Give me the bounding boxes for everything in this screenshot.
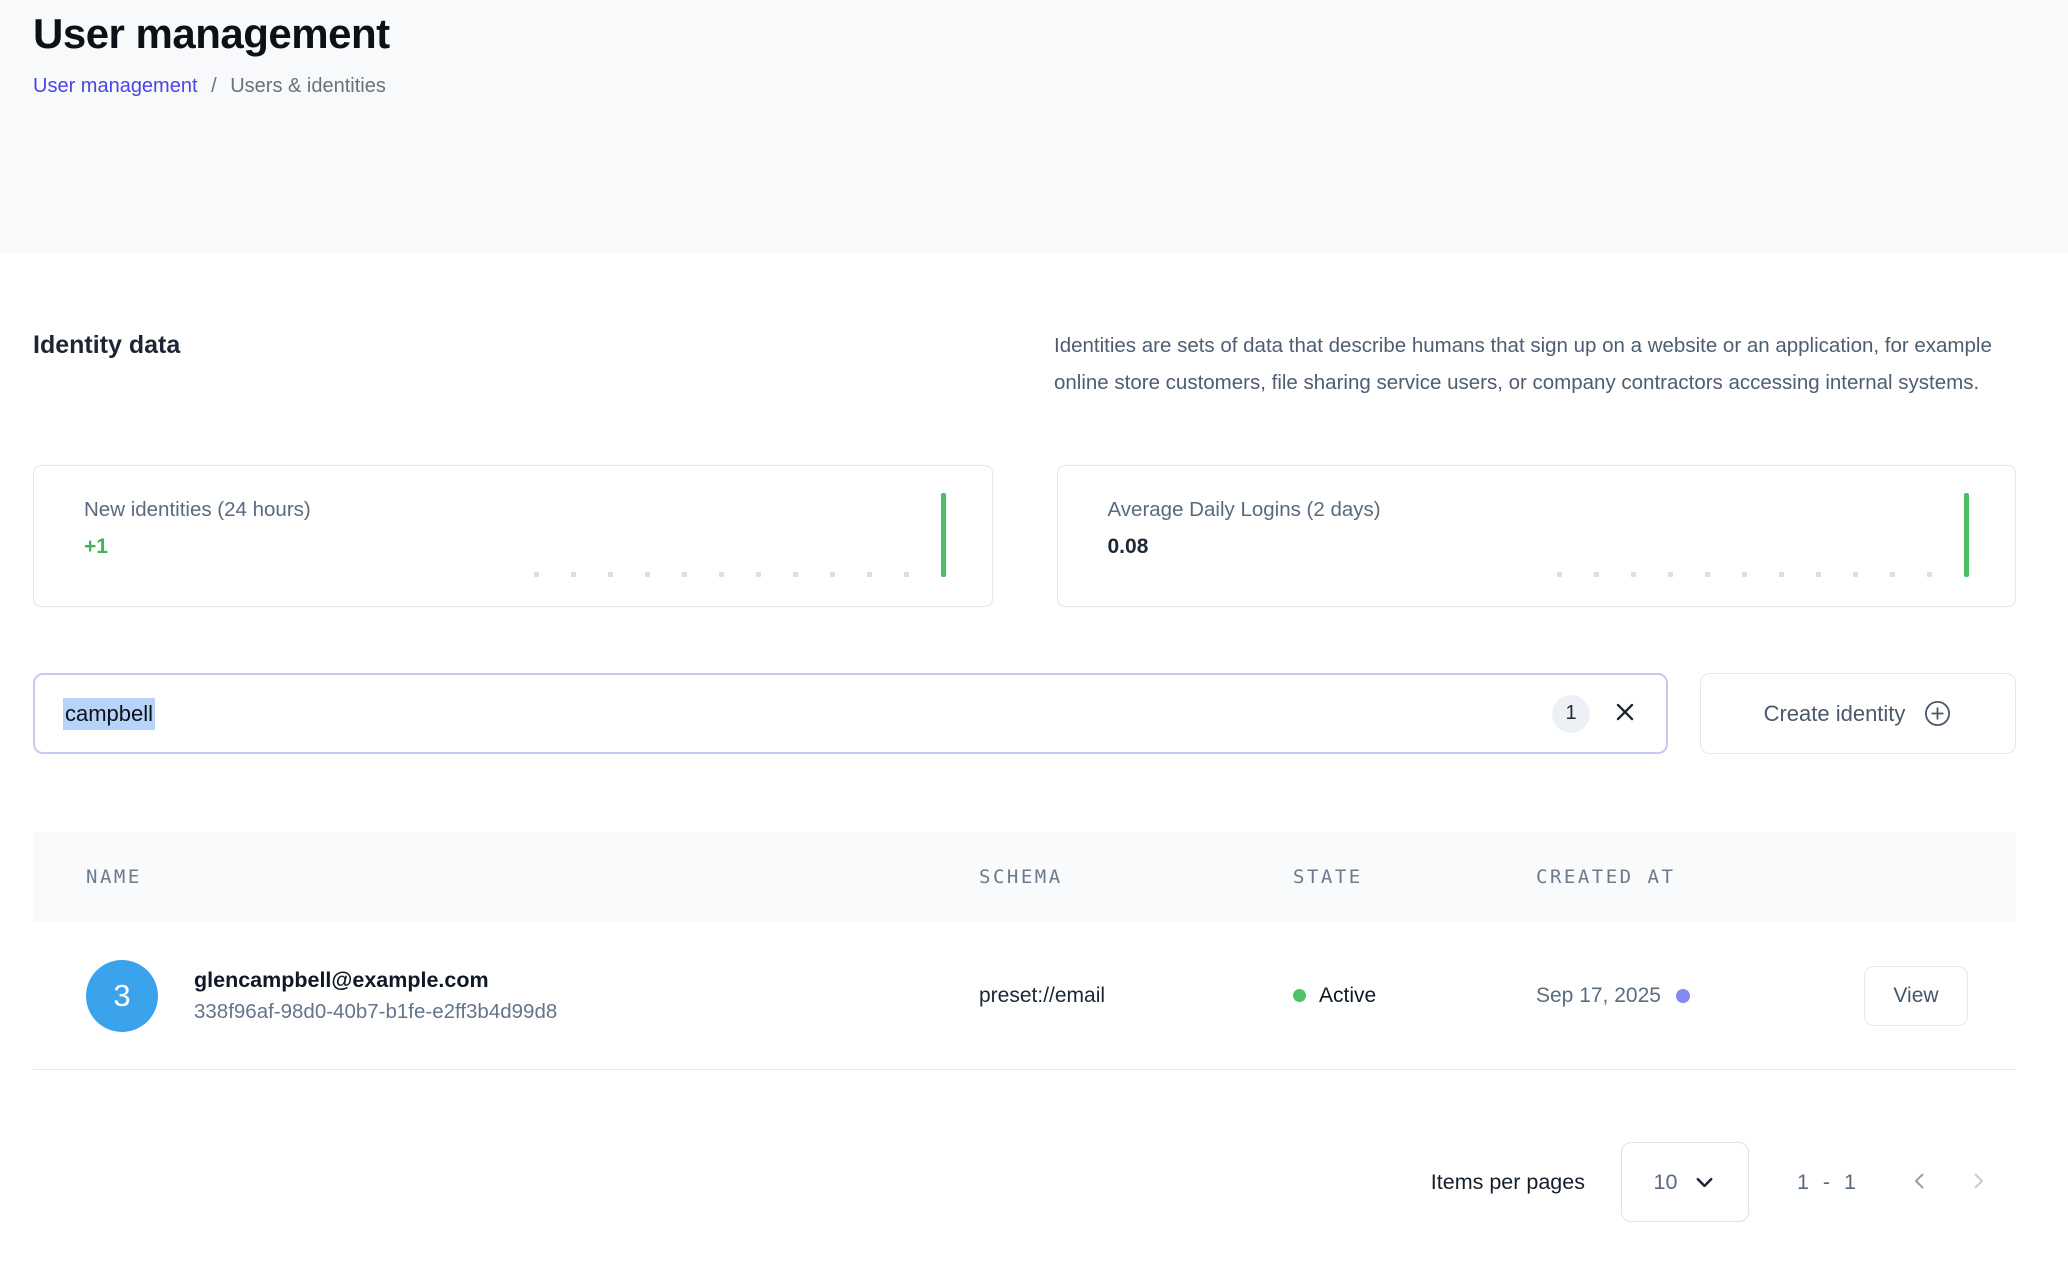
items-per-page-label: Items per pages xyxy=(1431,1170,1585,1195)
identity-data-intro: Identity data Identities are sets of dat… xyxy=(33,327,2016,401)
identity-email: glencampbell@example.com xyxy=(194,968,557,993)
state-active-dot-icon xyxy=(1293,989,1306,1002)
stat-value: +1 xyxy=(84,535,108,559)
breadcrumb: User management / Users & identities xyxy=(33,75,2016,98)
breadcrumb-link-user-management[interactable]: User management xyxy=(33,75,198,97)
identity-created-at: Sep 17, 2025 xyxy=(1536,984,1864,1008)
created-at-date: Sep 17, 2025 xyxy=(1536,984,1661,1008)
sparkline-chart xyxy=(1557,493,1969,577)
search-input-suffix: 1 xyxy=(1552,695,1638,733)
stat-label: New identities (24 hours) xyxy=(84,498,311,522)
column-header-name: NAME xyxy=(33,866,979,888)
chevron-down-icon xyxy=(1693,1171,1716,1194)
search-toolbar: campbell 1 Create identity xyxy=(33,673,2016,754)
create-identity-label: Create identity xyxy=(1764,701,1906,727)
search-input[interactable]: campbell 1 xyxy=(33,673,1668,754)
identity-schema: preset://email xyxy=(979,984,1293,1008)
create-identity-button[interactable]: Create identity xyxy=(1700,673,2016,754)
identity-name-lines: glencampbell@example.com 338f96af-98d0-4… xyxy=(194,968,557,1024)
column-header-created-at: CREATED AT xyxy=(1536,866,1864,888)
state-label: Active xyxy=(1319,984,1376,1008)
clear-search-button[interactable] xyxy=(1612,699,1638,728)
identity-uuid: 338f96af-98d0-40b7-b1fe-e2ff3b4d99d8 xyxy=(194,1000,557,1024)
stat-card-average-daily-logins: Average Daily Logins (2 days) 0.08 xyxy=(1057,465,2017,607)
page-header: User management User management / Users … xyxy=(0,0,2068,253)
identity-name-cell: 3 glencampbell@example.com 338f96af-98d0… xyxy=(33,960,979,1032)
row-actions: View xyxy=(1864,966,2017,1026)
section-description: Identities are sets of data that describ… xyxy=(1054,327,2016,401)
identity-state: Active xyxy=(1293,984,1536,1008)
chevron-left-icon xyxy=(1908,1169,1932,1196)
stat-label: Average Daily Logins (2 days) xyxy=(1108,498,1381,522)
identities-table: NAME SCHEMA STATE CREATED AT 3 glencampb… xyxy=(33,832,2016,1070)
table-header-row: NAME SCHEMA STATE CREATED AT xyxy=(33,832,2016,922)
search-input-value[interactable]: campbell xyxy=(63,698,155,730)
previous-page-button[interactable] xyxy=(1908,1169,1932,1196)
result-count-badge: 1 xyxy=(1552,695,1590,733)
page-size-value: 10 xyxy=(1654,1170,1678,1195)
avatar: 3 xyxy=(86,960,158,1032)
column-header-state: STATE xyxy=(1293,866,1536,888)
chevron-right-icon xyxy=(1966,1169,1990,1196)
section-heading: Identity data xyxy=(33,327,1054,401)
plus-circle-icon xyxy=(1923,699,1952,728)
created-at-dot-icon xyxy=(1676,989,1690,1003)
column-header-schema: SCHEMA xyxy=(979,866,1293,888)
next-page-button[interactable] xyxy=(1966,1169,1990,1196)
page-range: 1 - 1 xyxy=(1797,1170,1860,1195)
page-size-select[interactable]: 10 xyxy=(1621,1142,1749,1222)
sparkline-chart xyxy=(534,493,946,577)
stat-value: 0.08 xyxy=(1108,535,1149,559)
table-row: 3 glencampbell@example.com 338f96af-98d0… xyxy=(33,922,2016,1070)
main-content: Identity data Identities are sets of dat… xyxy=(0,327,2068,1222)
pagination-bar: Items per pages 10 1 - 1 xyxy=(33,1142,2016,1222)
breadcrumb-separator: / xyxy=(211,75,217,97)
page-title: User management xyxy=(33,10,2016,58)
view-button[interactable]: View xyxy=(1864,966,1968,1026)
stat-card-new-identities: New identities (24 hours) +1 xyxy=(33,465,993,607)
stat-cards: New identities (24 hours) +1 Average Dai… xyxy=(33,465,2016,607)
close-icon xyxy=(1612,699,1638,728)
breadcrumb-current: Users & identities xyxy=(230,75,386,97)
